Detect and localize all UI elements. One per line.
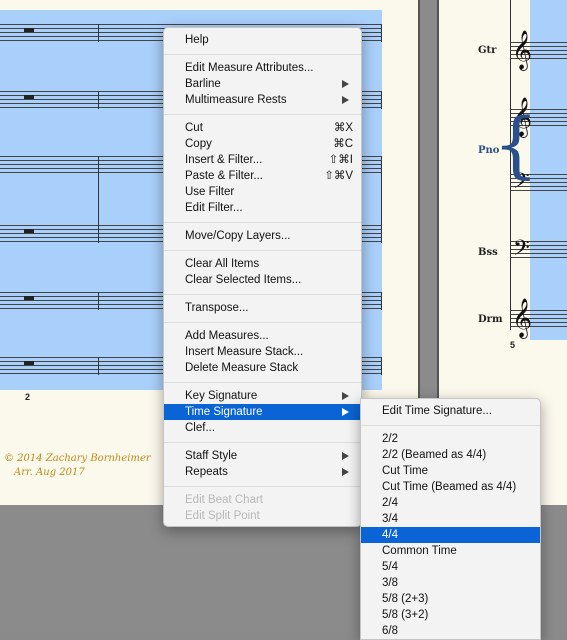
menu-item-use-filter[interactable]: Use Filter: [164, 184, 361, 200]
instrument-label-bss[interactable]: Bss: [478, 247, 498, 258]
menu-item-delete-measure-stack[interactable]: Delete Measure Stack: [164, 360, 361, 376]
menu-separator: [164, 294, 361, 295]
menu-item-clef[interactable]: Clef...: [164, 420, 361, 436]
whole-rest-icon[interactable]: [24, 296, 34, 300]
menu-item-edit-beat-chart: Edit Beat Chart: [185, 494, 263, 506]
menu-item-edit-filter[interactable]: Edit Filter...: [164, 200, 361, 216]
instrument-label-drm[interactable]: Drm: [478, 314, 503, 325]
submenu-item-2-4[interactable]: 2/4: [361, 495, 540, 511]
time-signature-submenu: Edit Time Signature... 2/2 2/2 (Beamed a…: [360, 398, 541, 640]
barline: [98, 91, 99, 109]
barline: [98, 24, 99, 42]
whole-rest-icon[interactable]: [24, 361, 34, 365]
bass-clef-icon: 𝄢: [513, 236, 530, 266]
menu-item-barline[interactable]: Barline: [164, 76, 361, 92]
submenu-item-5-8-3-2[interactable]: 5/8 (3+2): [361, 607, 540, 623]
submenu-arrow-icon: [342, 408, 349, 416]
shortcut-label: ⇧⌘V: [324, 170, 353, 182]
menu-separator: [164, 322, 361, 323]
treble-clef-icon: 𝄞: [512, 298, 533, 338]
submenu-item-cut-time-beamed[interactable]: Cut Time (Beamed as 4/4): [361, 479, 540, 495]
menu-item-transpose[interactable]: Transpose...: [164, 300, 361, 316]
submenu-item-5-4[interactable]: 5/4: [361, 559, 540, 575]
submenu-arrow-icon: [342, 80, 349, 88]
barline: [98, 357, 99, 375]
menu-item-edit-measure-attributes[interactable]: Edit Measure Attributes...: [164, 60, 361, 76]
treble-clef-icon: 𝄞: [512, 30, 533, 70]
menu-item-add-measures[interactable]: Add Measures...: [164, 328, 361, 344]
submenu-item-2-2-beamed[interactable]: 2/2 (Beamed as 4/4): [361, 447, 540, 463]
menu-item-edit-split-point: Edit Split Point: [185, 510, 260, 522]
measure-number: 5: [510, 340, 516, 350]
submenu-item-3-4[interactable]: 3/4: [361, 511, 540, 527]
submenu-arrow-icon: [342, 468, 349, 476]
submenu-arrow-icon: [342, 96, 349, 104]
instrument-label-pno[interactable]: Pno: [478, 145, 499, 156]
barline: [381, 24, 382, 42]
barline: [98, 156, 99, 243]
submenu-item-cut-time[interactable]: Cut Time: [361, 463, 540, 479]
menu-item-insert-measure-stack[interactable]: Insert Measure Stack...: [164, 344, 361, 360]
instrument-label-gtr[interactable]: Gtr: [478, 45, 496, 56]
menu-item-clear-selected-items[interactable]: Clear Selected Items...: [164, 272, 361, 288]
barline: [381, 357, 382, 375]
measure-context-menu: Help Edit Measure Attributes... Barline …: [163, 27, 362, 527]
shortcut-label: ⌘X: [333, 122, 353, 134]
arrangement-date-text: Arr. Aug 2017: [14, 467, 85, 478]
submenu-item-edit-time-signature[interactable]: Edit Time Signature...: [361, 403, 540, 419]
menu-separator: [164, 442, 361, 443]
menu-separator: [164, 382, 361, 383]
menu-item-move-copy-layers[interactable]: Move/Copy Layers...: [164, 228, 361, 244]
menu-item-multimeasure-rests[interactable]: Multimeasure Rests: [164, 92, 361, 108]
menu-separator: [164, 250, 361, 251]
piano-brace: {: [493, 102, 539, 186]
menu-item-paste-filter[interactable]: Paste & Filter... ⇧⌘V: [164, 168, 361, 184]
menu-separator: [164, 114, 361, 115]
menu-item-copy[interactable]: Copy ⌘C: [164, 136, 361, 152]
barline: [98, 292, 99, 310]
menu-item-staff-style[interactable]: Staff Style: [164, 448, 361, 464]
menu-separator: [164, 486, 361, 487]
menu-item-insert-filter[interactable]: Insert & Filter... ⇧⌘I: [164, 152, 361, 168]
barline: [381, 156, 382, 243]
menu-item-clear-all-items[interactable]: Clear All Items: [164, 256, 361, 272]
shortcut-label: ⇧⌘I: [328, 154, 353, 166]
whole-rest-icon[interactable]: [24, 95, 34, 99]
submenu-arrow-icon: [342, 392, 349, 400]
whole-rest-icon[interactable]: [24, 229, 34, 233]
menu-separator: [164, 54, 361, 55]
menu-separator: [361, 425, 540, 426]
submenu-item-common-time[interactable]: Common Time: [361, 543, 540, 559]
menu-item-cut[interactable]: Cut ⌘X: [164, 120, 361, 136]
menu-item-key-signature[interactable]: Key Signature: [164, 388, 361, 404]
submenu-item-4-4[interactable]: 4/4: [361, 527, 540, 543]
whole-rest-icon[interactable]: [24, 28, 34, 32]
copyright-text: © 2014 Zachary Bornheimer: [4, 453, 151, 464]
submenu-item-6-8[interactable]: 6/8: [361, 623, 540, 639]
barline: [381, 292, 382, 310]
menu-item-repeats[interactable]: Repeats: [164, 464, 361, 480]
submenu-item-3-8[interactable]: 3/8: [361, 575, 540, 591]
shortcut-label: ⌘C: [333, 138, 353, 150]
measure-number: 2: [25, 392, 31, 402]
submenu-item-5-8-2-3[interactable]: 5/8 (2+3): [361, 591, 540, 607]
menu-item-help[interactable]: Help: [164, 32, 361, 48]
submenu-arrow-icon: [342, 452, 349, 460]
submenu-item-2-2[interactable]: 2/2: [361, 431, 540, 447]
menu-separator: [164, 222, 361, 223]
menu-item-time-signature[interactable]: Time Signature: [164, 404, 361, 420]
barline: [381, 91, 382, 109]
